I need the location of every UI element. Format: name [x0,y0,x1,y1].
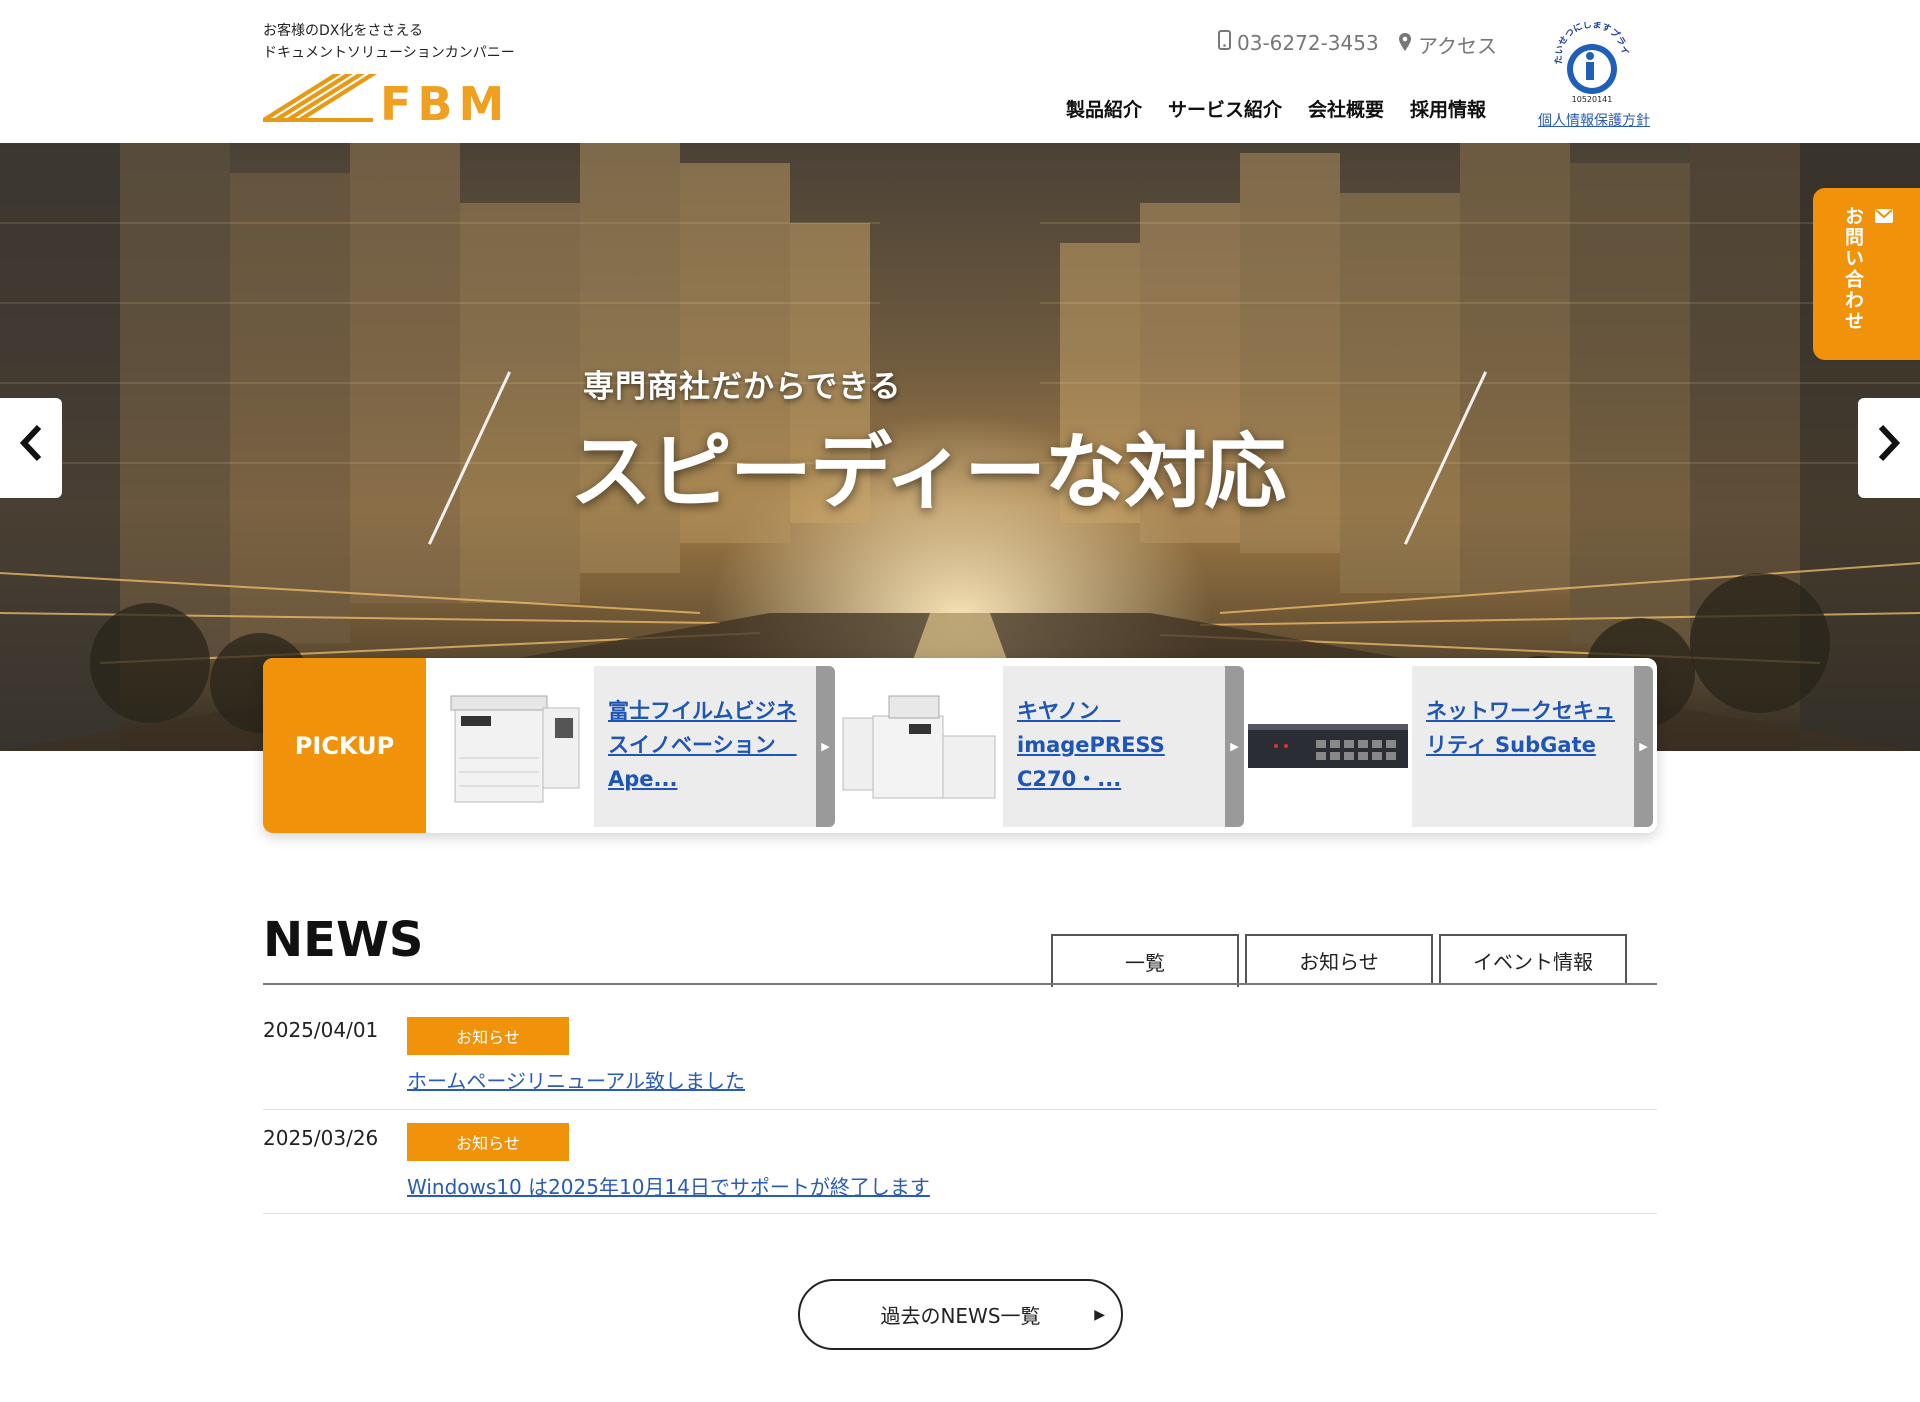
pickup-item[interactable]: キヤノン imagePRESS C270・... ▶ [835,658,1244,833]
nav-item-company[interactable]: 会社概要 [1308,95,1384,122]
news-item-link[interactable]: Windows10 は2025年10月14日でサポートが終了します [407,1171,930,1200]
tab-notices[interactable]: お知らせ [1245,934,1433,985]
chevron-right-icon: ▶ [816,666,835,827]
news-date: 2025/04/01 [263,1018,379,1042]
news-item: 2025/04/01 お知らせ ホームページリニューアル致しました [263,1004,1657,1110]
hero-subtitle: 専門商社だからできる [583,369,902,405]
tab-all[interactable]: 一覧 [1051,934,1239,987]
mail-icon [1875,206,1893,360]
main-nav: 製品紹介 サービス紹介 会社概要 採用情報 [1066,95,1486,122]
access-text: アクセス [1418,34,1497,58]
chevron-right-icon: ▶ [1634,666,1653,827]
tagline-line2: ドキュメントソリューションカンパニー [263,45,515,61]
privacy-policy-link[interactable]: 個人情報保護方針 [1538,110,1650,130]
news-category-badge: お知らせ [407,1017,569,1055]
tab-events[interactable]: イベント情報 [1439,934,1627,985]
caret-right-icon: ▶ [1094,1306,1105,1323]
chevron-right-icon [1877,424,1901,472]
news-title: NEWS [263,912,424,968]
phone-number[interactable]: 03-6272-3453 [1218,30,1379,55]
logo-text: FBM [380,77,510,126]
privacy-mark-logo[interactable]: たいせつにしますプライバシー 10520141 [1552,22,1632,104]
access-link[interactable]: アクセス [1398,30,1497,59]
network-switch-image [1244,666,1412,827]
multifunction-printer-image [426,666,594,827]
tagline: お客様のDX化をささえる ドキュメントソリューションカンパニー [263,20,515,64]
chevron-left-icon [19,424,43,472]
contact-tab-label: お問い合わせ [1842,206,1864,332]
pickup-item-title[interactable]: ネットワークセキュリティ SubGate [1412,666,1634,827]
chevron-right-icon: ▶ [1225,666,1244,827]
pickup-carousel: PICKUP 富士フイルムビジネスイノベーション Ape... ▶ キヤノン i… [263,658,1657,833]
hero-title: スピーディーな対応 [570,425,1286,520]
nav-item-services[interactable]: サービス紹介 [1168,95,1282,122]
privacy-mark-number: 10520141 [1572,95,1613,104]
tagline-line1: お客様のDX化をささえる [263,23,423,39]
news-archive-button[interactable]: 過去のNEWS一覧 ▶ [798,1279,1123,1350]
site-header: お客様のDX化をささえる ドキュメントソリューションカンパニー FBM 03-6… [0,0,1920,143]
pickup-item-title[interactable]: 富士フイルムビジネスイノベーション Ape... [594,666,816,827]
phone-icon [1218,30,1231,55]
phone-text: 03-6272-3453 [1237,30,1379,55]
slider-next-button[interactable] [1858,398,1920,498]
pickup-label: PICKUP [263,658,426,833]
news-archive-label: 過去のNEWS一覧 [880,1304,1041,1328]
news-category-badge: お知らせ [407,1123,569,1161]
pickup-item[interactable]: ネットワークセキュリティ SubGate ▶ [1244,658,1653,833]
news-tabs: 一覧 お知らせ イベント情報 [1051,934,1627,987]
news-item: 2025/03/26 お知らせ Windows10 は2025年10月14日でサ… [263,1110,1657,1214]
pickup-item-title[interactable]: キヤノン imagePRESS C270・... [1003,666,1225,827]
fbm-logo[interactable]: FBM [263,70,515,126]
pickup-item[interactable]: 富士フイルムビジネスイノベーション Ape... ▶ [426,658,835,833]
news-item-link[interactable]: ホームページリニューアル致しました [407,1065,745,1094]
production-printer-image [835,666,1003,827]
map-pin-icon [1398,32,1412,57]
nav-item-products[interactable]: 製品紹介 [1066,95,1142,122]
news-date: 2025/03/26 [263,1126,379,1150]
contact-side-tab[interactable]: お問い合わせ [1813,188,1920,360]
slider-prev-button[interactable] [0,398,62,498]
news-divider [263,983,1657,985]
nav-item-recruit[interactable]: 採用情報 [1410,95,1486,122]
